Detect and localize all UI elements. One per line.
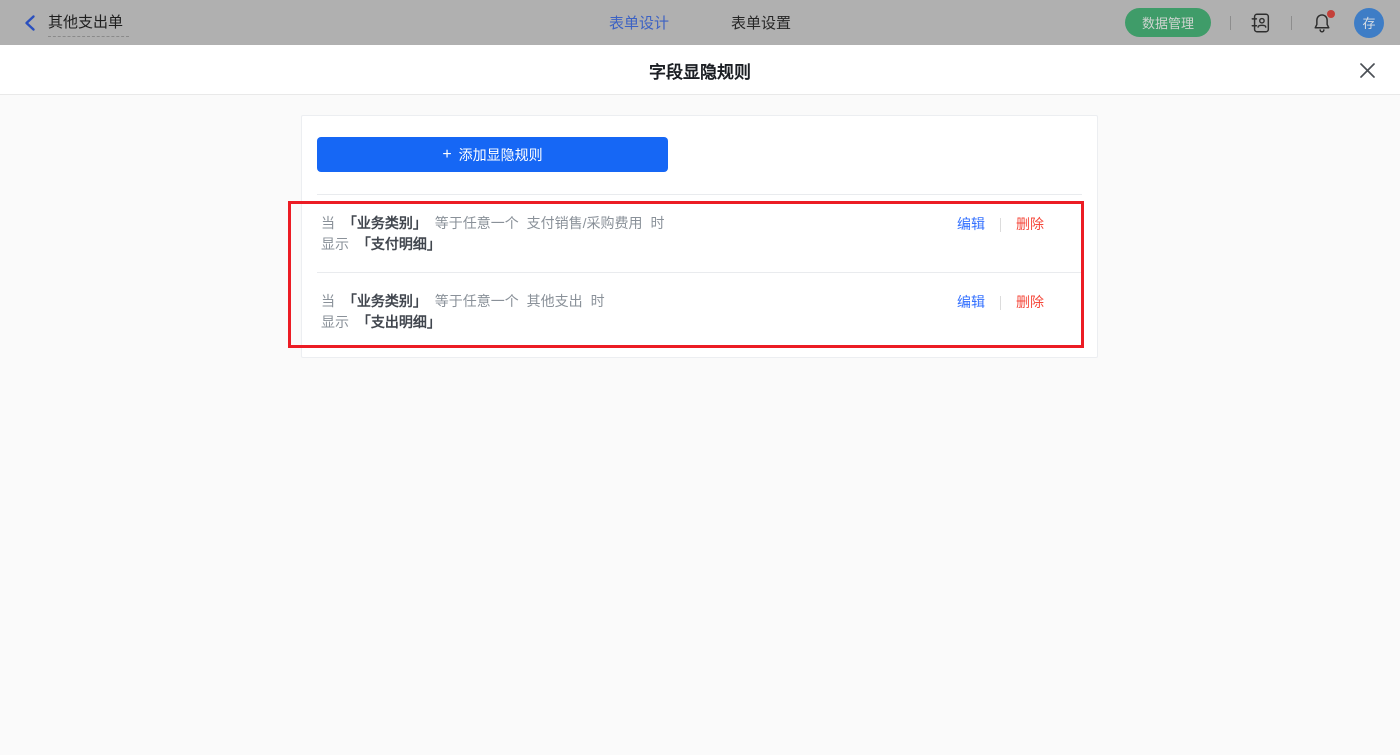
divider bbox=[1000, 296, 1001, 310]
condition-operator: 等于任意一个 bbox=[435, 293, 519, 309]
when-prefix: 当 bbox=[321, 293, 335, 309]
delete-link[interactable]: 删除 bbox=[1016, 214, 1044, 235]
action-verb: 显示 bbox=[321, 314, 349, 330]
topbar-right: 数据管理 存 bbox=[1125, 8, 1384, 38]
rule-actions: 编辑 删除 bbox=[957, 214, 1044, 235]
modal-header: 字段显隐规则 bbox=[0, 45, 1400, 95]
close-button[interactable] bbox=[1358, 61, 1376, 79]
rule-condition: 当 「业务类别」 等于任意一个 其他支出 时 bbox=[321, 291, 957, 312]
rule-text: 当 「业务类别」 等于任意一个 其他支出 时 显示 「支出明细」 bbox=[321, 291, 957, 333]
topbar-tabs: 表单设计 表单设置 bbox=[609, 0, 791, 45]
action-target: 「支出明细」 bbox=[357, 314, 441, 330]
condition-value: 其他支出 bbox=[527, 293, 583, 309]
action-target: 「支付明细」 bbox=[357, 236, 441, 252]
topbar: 其他支出单 表单设计 表单设置 数据管理 bbox=[0, 0, 1400, 45]
add-rule-button-label: 添加显隐规则 bbox=[459, 145, 543, 165]
rule-actions: 编辑 删除 bbox=[957, 292, 1044, 313]
user-avatar[interactable]: 存 bbox=[1354, 8, 1384, 38]
chevron-left-icon bbox=[22, 14, 40, 32]
contacts-icon[interactable] bbox=[1250, 12, 1272, 34]
edit-link[interactable]: 编辑 bbox=[957, 214, 985, 235]
modal-title: 字段显隐规则 bbox=[0, 45, 1400, 95]
condition-value: 支付销售/采购费用 bbox=[527, 215, 643, 231]
condition-operator: 等于任意一个 bbox=[435, 215, 519, 231]
notification-dot bbox=[1327, 10, 1335, 18]
modal-body: + 添加显隐规则 当 「业务类别」 等于任意一个 支付销售/采购费用 时 显示 bbox=[0, 95, 1400, 755]
divider bbox=[1000, 218, 1001, 232]
data-manage-button[interactable]: 数据管理 bbox=[1125, 8, 1211, 37]
rule-action: 显示 「支付明细」 bbox=[321, 234, 957, 255]
close-icon bbox=[1359, 62, 1376, 79]
rule-action: 显示 「支出明细」 bbox=[321, 312, 957, 333]
divider bbox=[1291, 16, 1292, 30]
when-suffix: 时 bbox=[650, 215, 664, 231]
when-prefix: 当 bbox=[321, 215, 335, 231]
rules-card: + 添加显隐规则 当 「业务类别」 等于任意一个 支付销售/采购费用 时 显示 bbox=[301, 115, 1098, 358]
edit-link[interactable]: 编辑 bbox=[957, 292, 985, 313]
address-book-icon bbox=[1250, 12, 1272, 34]
tab-form-settings[interactable]: 表单设置 bbox=[731, 12, 791, 33]
notification-bell-icon[interactable] bbox=[1311, 12, 1333, 34]
delete-link[interactable]: 删除 bbox=[1016, 292, 1044, 313]
rule-row-2: 当 「业务类别」 等于任意一个 其他支出 时 显示 「支出明细」 编辑 删除 bbox=[317, 272, 1082, 350]
rule-condition: 当 「业务类别」 等于任意一个 支付销售/采购费用 时 bbox=[321, 213, 957, 234]
form-title[interactable]: 其他支出单 bbox=[48, 9, 129, 37]
action-verb: 显示 bbox=[321, 236, 349, 252]
when-suffix: 时 bbox=[591, 293, 605, 309]
condition-field: 「业务类别」 bbox=[343, 293, 427, 309]
rule-row-1: 当 「业务类别」 等于任意一个 支付销售/采购费用 时 显示 「支付明细」 编辑… bbox=[302, 195, 1097, 272]
plus-icon: + bbox=[442, 147, 451, 163]
screen: 其他支出单 表单设计 表单设置 数据管理 bbox=[0, 0, 1400, 755]
rule-text: 当 「业务类别」 等于任意一个 支付销售/采购费用 时 显示 「支付明细」 bbox=[321, 213, 957, 255]
back-button[interactable] bbox=[22, 14, 40, 32]
add-rule-button[interactable]: + 添加显隐规则 bbox=[317, 137, 668, 172]
divider bbox=[1230, 16, 1231, 30]
tab-form-design[interactable]: 表单设计 bbox=[609, 12, 669, 33]
topbar-left: 其他支出单 bbox=[22, 9, 129, 37]
condition-field: 「业务类别」 bbox=[343, 215, 427, 231]
